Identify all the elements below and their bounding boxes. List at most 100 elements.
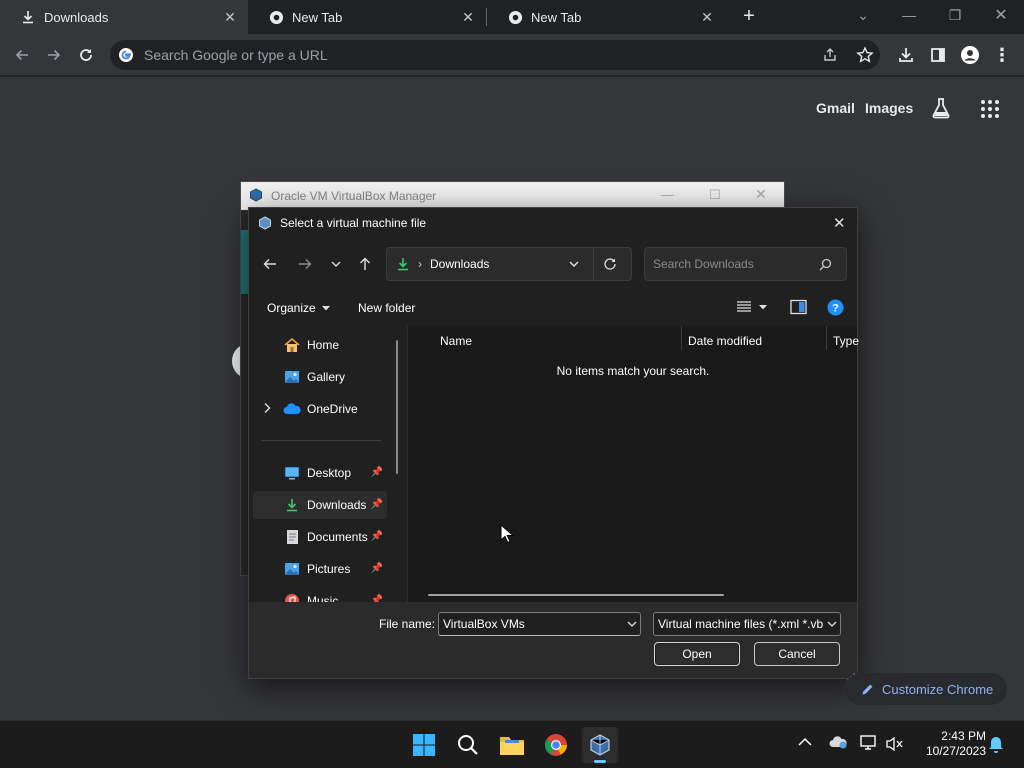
reload-button[interactable] [73, 42, 99, 68]
nav-item-gallery[interactable]: Gallery [253, 363, 387, 391]
column-header-type[interactable]: Type [833, 330, 859, 352]
side-panel-button[interactable] [925, 42, 951, 68]
customize-chrome-button[interactable]: Customize Chrome [845, 673, 1007, 705]
nav-scrollbar[interactable] [396, 340, 398, 474]
horizontal-scrollbar[interactable] [428, 594, 724, 596]
help-icon[interactable]: ? [827, 299, 844, 316]
downloads-button[interactable] [893, 42, 919, 68]
clock-time: 2:43 PM [941, 729, 986, 743]
expand-chevron-icon[interactable] [263, 402, 271, 414]
close-tab-icon[interactable]: ✕ [460, 9, 476, 25]
nav-item-documents[interactable]: Documents 📌 [253, 523, 387, 551]
omnibox-input[interactable] [144, 47, 764, 63]
cancel-button[interactable]: Cancel [754, 642, 840, 666]
nav-item-downloads[interactable]: Downloads 📌 [253, 491, 387, 519]
address-divider [593, 248, 594, 280]
view-list-icon [737, 301, 751, 312]
tab-downloads[interactable]: Downloads ✕ [0, 0, 248, 34]
onedrive-tray-icon[interactable] [829, 735, 847, 749]
close-window-icon[interactable]: ✕ [978, 0, 1024, 30]
restore-icon[interactable]: ❐ [932, 0, 978, 30]
file-explorer-icon[interactable] [494, 727, 530, 763]
new-folder-button[interactable]: New folder [358, 301, 415, 315]
virtualbox-app-icon[interactable] [582, 727, 618, 763]
search-downloads-input[interactable] [653, 257, 813, 271]
start-windows-icon[interactable] [406, 727, 442, 763]
search-downloads-box[interactable] [644, 247, 847, 281]
column-header-date-modified[interactable]: Date modified [688, 330, 762, 352]
windows-taskbar: 2:43 PM 10/27/2023 [0, 720, 1024, 768]
search-icon[interactable] [450, 727, 486, 763]
file-type-select[interactable]: Virtual machine files (*.xml *.vb [653, 612, 841, 636]
address-bar[interactable]: › Downloads [386, 247, 632, 281]
tab-new-tab-2[interactable]: New Tab ✕ [487, 0, 725, 34]
nav-item-onedrive[interactable]: OneDrive [253, 395, 387, 423]
taskbar-clock[interactable]: 2:43 PM 10/27/2023 [916, 729, 986, 759]
omnibox[interactable] [110, 40, 880, 70]
onedrive-icon [283, 400, 301, 418]
close-tab-icon[interactable]: ✕ [699, 9, 715, 25]
preview-pane-icon[interactable] [790, 299, 807, 316]
labs-flask-icon[interactable] [930, 97, 952, 124]
forward-arrow-icon[interactable] [296, 255, 314, 273]
tab-search-icon[interactable]: ⌄ [840, 0, 886, 30]
nav-item-home[interactable]: Home [253, 331, 387, 359]
network-icon[interactable] [860, 735, 878, 751]
back-arrow-icon[interactable] [261, 255, 279, 273]
profile-avatar[interactable] [957, 42, 983, 68]
pin-icon: 📌 [370, 467, 383, 478]
close-tab-icon[interactable]: ✕ [222, 9, 238, 25]
up-arrow-icon[interactable] [356, 255, 374, 273]
pin-icon: 📌 [370, 563, 383, 574]
open-button[interactable]: Open [654, 642, 740, 666]
navigation-pane: Home Gallery OneDrive Desktop 📌 Download… [249, 326, 407, 602]
column-separator[interactable] [826, 326, 827, 350]
file-type-value: Virtual machine files (*.xml *.vb [658, 617, 824, 631]
column-separator[interactable] [681, 326, 682, 350]
back-button[interactable] [9, 42, 35, 68]
images-link[interactable]: Images [865, 100, 913, 116]
close-icon[interactable]: ✕ [755, 186, 767, 203]
nav-item-music[interactable]: Music 📌 [253, 587, 387, 602]
share-icon[interactable] [822, 47, 838, 68]
minimize-icon[interactable]: — [886, 0, 932, 30]
forward-button[interactable] [41, 42, 67, 68]
maximize-icon[interactable]: ☐ [709, 187, 721, 203]
new-tab-button[interactable]: + [738, 5, 760, 27]
google-icon [118, 47, 134, 63]
organize-menu[interactable]: Organize [267, 301, 330, 315]
search-icon[interactable] [819, 258, 832, 271]
column-header-name[interactable]: Name [440, 330, 472, 352]
tab-title: New Tab [531, 9, 582, 25]
show-hidden-icons-chevron-icon[interactable] [798, 737, 812, 747]
notification-bell-icon[interactable] [988, 736, 1004, 754]
volume-muted-icon[interactable] [886, 736, 904, 752]
file-name-input[interactable] [443, 617, 623, 631]
gallery-icon [283, 368, 301, 386]
home-icon [283, 336, 301, 354]
nav-item-label: Music [307, 594, 339, 602]
nav-item-desktop[interactable]: Desktop 📌 [253, 459, 387, 487]
close-dialog-icon[interactable]: ✕ [833, 214, 846, 232]
download-icon [396, 257, 410, 271]
file-name-combobox[interactable] [438, 612, 641, 636]
chrome-icon [268, 9, 284, 25]
recent-locations-chevron-icon[interactable] [328, 255, 344, 273]
bookmark-star-icon[interactable] [856, 46, 874, 69]
chevron-down-icon[interactable] [627, 620, 637, 628]
minimize-icon[interactable]: — [661, 187, 674, 202]
chrome-menu-icon[interactable]: ⋮ [989, 42, 1015, 68]
nav-item-label: Downloads [307, 498, 367, 512]
view-options-menu[interactable] [736, 299, 767, 315]
address-dropdown-chevron-icon[interactable] [567, 257, 581, 271]
google-apps-icon[interactable] [980, 99, 1000, 124]
refresh-icon[interactable] [602, 256, 618, 272]
breadcrumb-downloads[interactable]: Downloads [430, 257, 489, 271]
tab-new-tab-1[interactable]: New Tab ✕ [248, 0, 486, 34]
svg-text:?: ? [832, 303, 839, 315]
nav-item-pictures[interactable]: Pictures 📌 [253, 555, 387, 583]
dialog-title: Select a virtual machine file [280, 216, 427, 230]
nav-item-label: OneDrive [307, 402, 358, 416]
chrome-app-icon[interactable] [538, 727, 574, 763]
gmail-link[interactable]: Gmail [816, 100, 855, 116]
